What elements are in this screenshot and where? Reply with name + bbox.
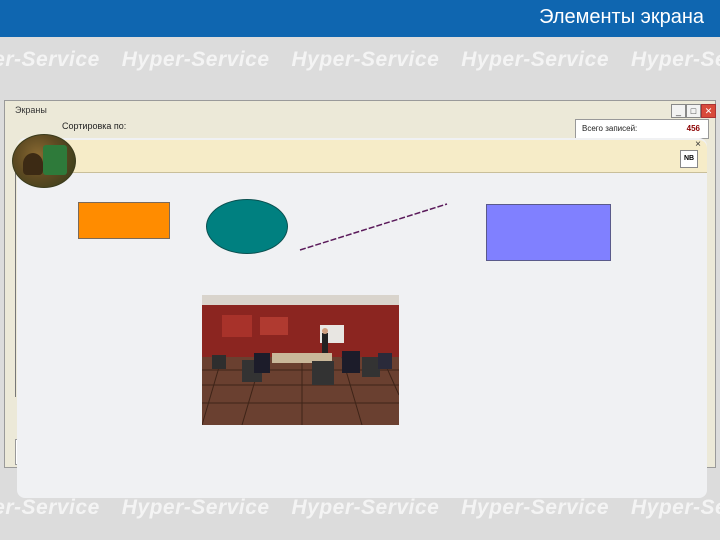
photo-chair — [312, 361, 334, 385]
watermark-text: Hyper-Service — [121, 496, 270, 519]
nb-button[interactable]: NB — [680, 150, 698, 168]
dashed-line[interactable] — [297, 200, 452, 255]
maximize-button[interactable]: □ — [686, 104, 701, 118]
watermark-top: Hyper-Service Hyper-Service Hyper-Service H… — [0, 48, 720, 78]
watermark-text: Hyper-Service — [291, 48, 440, 71]
watermark-text: Hyper-Service — [0, 48, 100, 71]
photo-person — [342, 351, 360, 373]
sort-label: Сортировка по: — [62, 121, 127, 131]
photo-person — [212, 355, 226, 369]
watermark-bottom: Hyper-Service Hyper-Service Hyper-Service H… — [0, 496, 720, 526]
watermark-text: Hyper-Service — [631, 496, 720, 519]
page-title: Элементы экрана — [539, 6, 704, 28]
screen-elements-panel: × NB — [12, 134, 707, 498]
toolbar-close-icon[interactable]: × — [695, 140, 701, 150]
photo-presenter-head — [322, 328, 328, 334]
records-value: 456 — [686, 124, 700, 133]
header-bar: Элементы экрана — [0, 0, 720, 37]
watermark-text: Hyper-Service — [0, 496, 100, 519]
orange-rectangle[interactable] — [78, 202, 170, 239]
meeting-room-photo[interactable] — [202, 295, 399, 425]
photo-panel-mid — [260, 317, 288, 335]
photo-person — [378, 353, 392, 369]
records-label: Всего записей: — [582, 124, 638, 133]
blue-rectangle[interactable] — [486, 204, 611, 261]
window-title: Экраны — [15, 105, 47, 115]
photo-presenter — [322, 333, 328, 353]
photo-ceiling — [202, 295, 399, 305]
hyper-service-logo — [12, 134, 76, 188]
photo-panel-left — [222, 315, 252, 337]
watermark-text: Hyper-Service — [291, 496, 440, 519]
watermark-text: Hyper-Service — [461, 48, 609, 71]
minimize-button[interactable]: _ — [671, 104, 686, 118]
teal-ellipse[interactable] — [206, 199, 288, 254]
watermark-text: Hyper-Service — [631, 48, 720, 71]
watermark-text: Hyper-Service — [121, 48, 270, 71]
logo-tree-shape — [23, 153, 43, 175]
line-stroke — [299, 203, 448, 251]
logo-scene-shape — [43, 145, 67, 175]
records-counter: Всего записей: 456 — [575, 119, 709, 139]
close-button[interactable]: ✕ — [701, 104, 716, 118]
photo-chair — [362, 357, 380, 377]
photo-person — [254, 353, 270, 373]
watermark-text: Hyper-Service — [461, 496, 609, 519]
panel-toolbar: × NB — [12, 134, 707, 188]
